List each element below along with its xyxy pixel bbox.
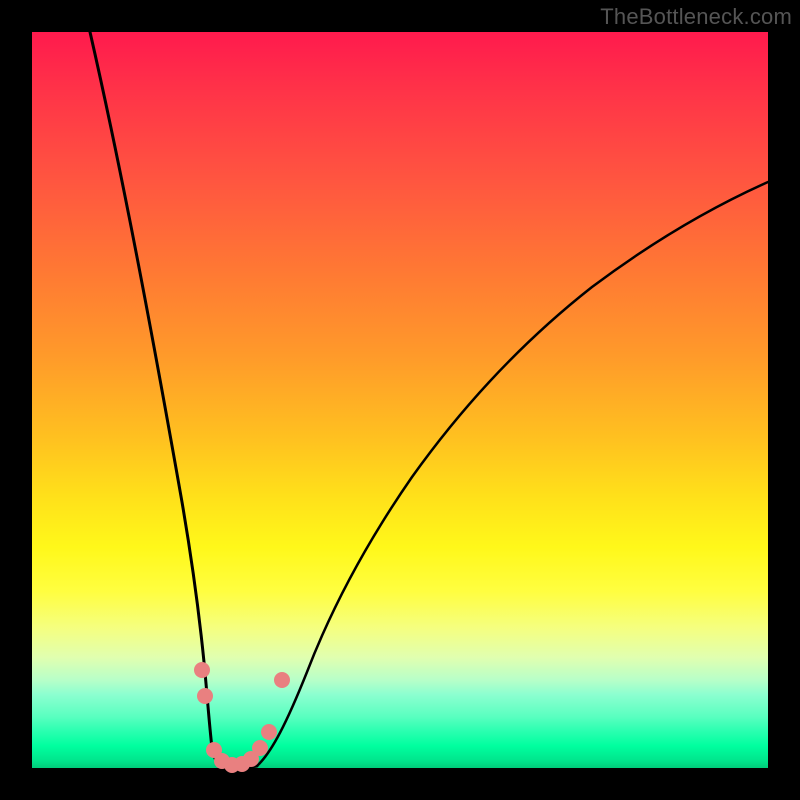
- marker-dot: [252, 740, 268, 756]
- marker-dot: [194, 662, 210, 678]
- plot-area: [32, 32, 768, 768]
- marker-dot: [261, 724, 277, 740]
- curve-left-branch: [90, 32, 227, 767]
- curve-right-branch: [257, 182, 768, 766]
- marker-dot: [197, 688, 213, 704]
- curve-layer: [32, 32, 768, 768]
- chart-frame: TheBottleneck.com: [0, 0, 800, 800]
- marker-dot: [274, 672, 290, 688]
- watermark-text: TheBottleneck.com: [600, 4, 792, 30]
